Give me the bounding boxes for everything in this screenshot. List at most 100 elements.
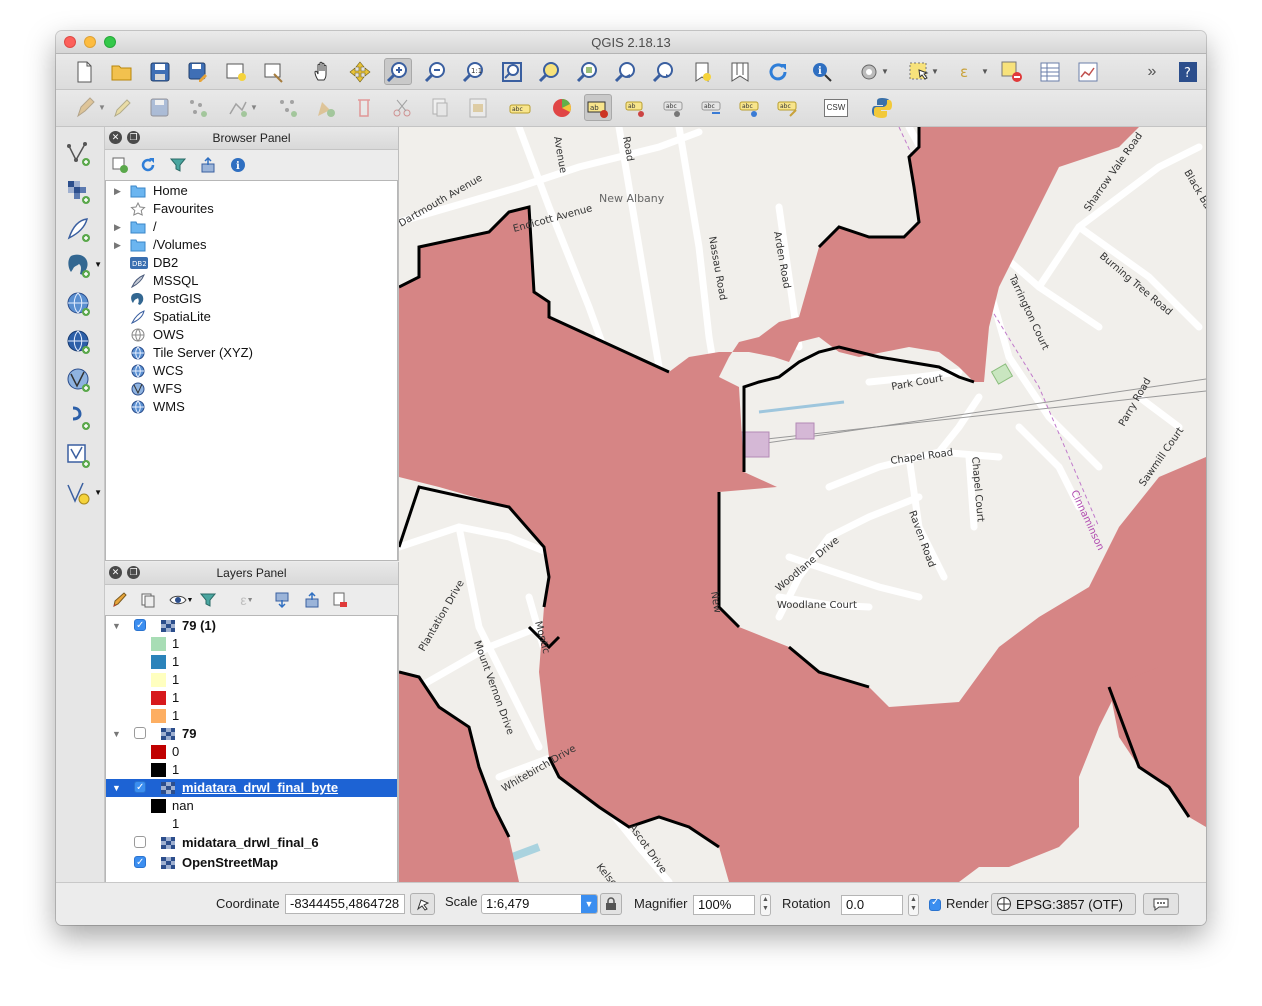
paste-features-icon[interactable] <box>426 94 454 121</box>
save-layer-edits-icon[interactable] <box>146 94 174 121</box>
measure-icon[interactable]: ε ▼ <box>954 58 992 85</box>
add-vector-layer-icon[interactable] <box>62 139 96 169</box>
zoom-to-selection-icon[interactable] <box>536 58 564 85</box>
rotation-spinner[interactable]: ▲ ▼ <box>908 894 919 916</box>
select-icon[interactable]: ▼ <box>904 58 942 85</box>
lock-scale-icon[interactable] <box>600 893 622 915</box>
collapse-all-icon[interactable] <box>197 154 219 176</box>
coordinate-field[interactable]: -8344455,4864728 <box>285 894 405 914</box>
csw-icon[interactable]: CSW <box>822 94 850 121</box>
magnifier-field[interactable]: 100% <box>693 895 755 915</box>
toggle-editing-icon[interactable] <box>108 94 136 121</box>
new-project-icon[interactable] <box>70 58 98 85</box>
label-property-icon[interactable]: abc <box>774 94 802 121</box>
delete-selected-icon[interactable] <box>312 94 340 121</box>
rotation-field[interactable]: 0.0 <box>841 895 903 915</box>
collapse-arrow-icon[interactable]: ▼ <box>112 617 121 635</box>
browser-item[interactable]: PostGIS <box>106 290 397 308</box>
messages-icon[interactable] <box>1143 893 1179 915</box>
add-wfs-layer-icon[interactable] <box>62 365 96 395</box>
deselect-icon[interactable] <box>998 58 1026 85</box>
add-virtual-layer-icon[interactable] <box>62 441 96 471</box>
layer-labeling-icon[interactable] <box>464 94 492 121</box>
layer-row[interactable]: ▼ 79 (1) <box>106 617 397 635</box>
add-selected-layers-icon[interactable] <box>109 154 131 176</box>
filter-legend-icon[interactable] <box>197 589 219 611</box>
composer-manager-icon[interactable] <box>260 58 288 85</box>
label-change-icon[interactable]: abc <box>698 94 726 121</box>
layer-row[interactable]: OpenStreetMap <box>106 854 397 872</box>
attribute-table-icon[interactable] <box>1036 58 1064 85</box>
help-icon[interactable]: ? <box>1174 58 1202 85</box>
layer-visibility-checkbox[interactable] <box>134 727 146 739</box>
pan-icon[interactable] <box>308 58 336 85</box>
layer-styling-icon[interactable] <box>109 589 131 611</box>
statistics-icon[interactable] <box>1074 58 1102 85</box>
add-wcs-layer-icon[interactable] <box>62 327 96 357</box>
add-group-icon[interactable] <box>137 589 159 611</box>
zoom-out-icon[interactable] <box>422 58 450 85</box>
zoom-actual-icon[interactable]: 1:1 <box>460 58 488 85</box>
layer-row[interactable]: midatara_drwl_final_6 <box>106 834 397 852</box>
new-bookmark-icon[interactable] <box>688 58 716 85</box>
collapse-arrow-icon[interactable]: ▼ <box>112 779 121 797</box>
layer-visibility-checkbox[interactable] <box>134 617 146 635</box>
label-rotate-icon[interactable]: abc <box>660 94 688 121</box>
browser-item[interactable]: Favourites <box>106 200 397 218</box>
add-feature-icon[interactable] <box>184 94 212 121</box>
render-checkbox[interactable] <box>929 897 941 911</box>
toggle-extents-icon[interactable] <box>410 893 435 915</box>
add-postgis-layer-icon[interactable]: ▼ <box>62 251 102 281</box>
new-shapefile-icon[interactable]: ▼ <box>62 479 102 509</box>
layer-row[interactable]: ▼ 79 <box>106 725 397 743</box>
expand-arrow-icon[interactable]: ▶ <box>114 182 121 200</box>
expand-arrow-icon[interactable]: ▶ <box>114 218 121 236</box>
overflow-icon[interactable]: » <box>1138 58 1166 85</box>
copy-features-icon[interactable] <box>388 94 416 121</box>
action-icon[interactable]: ▼ <box>854 58 892 85</box>
save-as-icon[interactable] <box>184 58 212 85</box>
crs-button[interactable]: EPSG:3857 (OTF) <box>991 893 1136 915</box>
scale-combobox[interactable]: 1:6,479 ▼ <box>481 894 598 914</box>
filter-expression-icon[interactable]: ε ▼ <box>233 589 261 611</box>
label-move-icon[interactable]: ab <box>622 94 650 121</box>
map-canvas[interactable]: Dartmouth Avenue Endicott Avenue New Alb… <box>399 127 1206 882</box>
browser-item[interactable]: ▶ Home <box>106 182 397 200</box>
browser-item[interactable]: WFS <box>106 380 397 398</box>
browser-item[interactable]: ▶ /Volumes <box>106 236 397 254</box>
manage-visibility-icon[interactable]: ▼ <box>167 589 195 611</box>
pan-to-selection-icon[interactable] <box>346 58 374 85</box>
label-pin-icon[interactable] <box>548 94 576 121</box>
layer-visibility-checkbox[interactable] <box>134 779 146 797</box>
browser-item[interactable]: MSSQL <box>106 272 397 290</box>
expand-arrow-icon[interactable]: ▶ <box>114 236 121 254</box>
browser-item[interactable]: DB2 DB2 <box>106 254 397 272</box>
label-show-hide-icon[interactable]: ab <box>584 94 612 121</box>
layer-visibility-checkbox[interactable] <box>134 836 146 848</box>
layer-visibility-checkbox[interactable] <box>134 854 146 872</box>
label-pin-icon[interactable]: abc <box>736 94 764 121</box>
expand-all-icon[interactable] <box>271 589 293 611</box>
move-feature-icon[interactable]: ▼ <box>222 94 262 121</box>
zoom-to-layer-icon[interactable] <box>574 58 602 85</box>
collapse-all-icon[interactable] <box>301 589 323 611</box>
refresh-icon[interactable] <box>137 154 159 176</box>
browser-item[interactable]: OWS <box>106 326 397 344</box>
properties-icon[interactable]: i <box>227 154 249 176</box>
current-edits-icon[interactable]: ▼ <box>70 94 110 121</box>
browser-item[interactable]: ▶ / <box>106 218 397 236</box>
cut-features-icon[interactable] <box>350 94 378 121</box>
add-delimited-text-icon[interactable] <box>62 403 96 433</box>
show-bookmarks-icon[interactable] <box>726 58 754 85</box>
collapse-arrow-icon[interactable]: ▼ <box>112 725 121 743</box>
refresh-icon[interactable] <box>764 58 792 85</box>
zoom-full-icon[interactable] <box>498 58 526 85</box>
zoom-last-icon[interactable] <box>612 58 640 85</box>
open-project-icon[interactable] <box>108 58 136 85</box>
browser-item[interactable]: Tile Server (XYZ) <box>106 344 397 362</box>
new-print-composer-icon[interactable] <box>222 58 250 85</box>
node-tool-icon[interactable] <box>274 94 302 121</box>
identify-icon[interactable]: i <box>808 58 836 85</box>
python-console-icon[interactable] <box>868 94 896 121</box>
browser-item[interactable]: WCS <box>106 362 397 380</box>
